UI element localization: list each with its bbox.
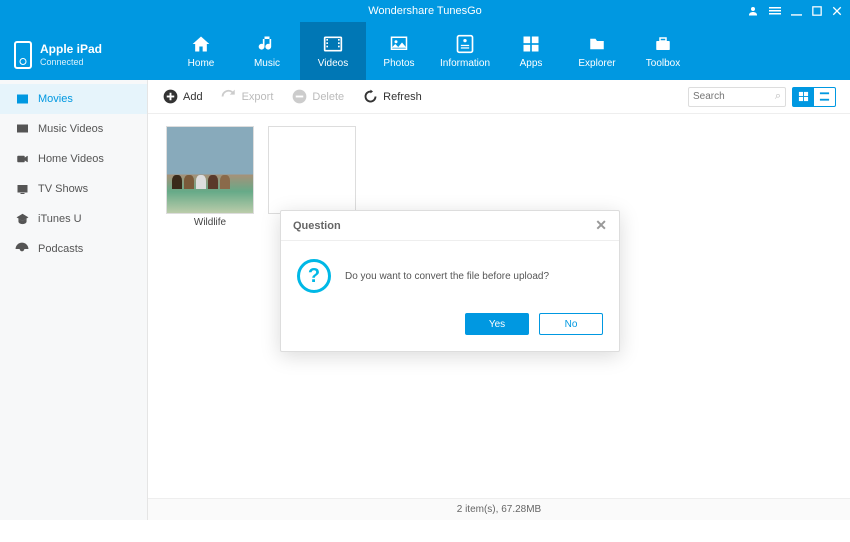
no-button[interactable]: No xyxy=(539,313,603,335)
explorer-icon xyxy=(586,34,608,54)
tv-shows-icon xyxy=(14,182,30,196)
nav-music[interactable]: Music xyxy=(234,22,300,80)
videos-icon xyxy=(322,34,344,54)
export-icon xyxy=(221,89,237,105)
add-button[interactable]: Add xyxy=(162,89,203,105)
podcasts-icon xyxy=(14,242,30,256)
video-item[interactable]: Wildlife xyxy=(166,126,254,486)
toolbox-icon xyxy=(652,34,674,54)
photos-icon xyxy=(388,34,410,54)
question-dialog: Question ✕ ? Do you want to convert the … xyxy=(280,210,620,352)
nav-home[interactable]: Home xyxy=(168,22,234,80)
app-title: Wondershare TunesGo xyxy=(368,5,482,17)
video-label: Wildlife xyxy=(166,217,254,228)
title-bar: Wondershare TunesGo xyxy=(0,0,850,22)
delete-icon xyxy=(291,89,307,105)
sidebar: Movies Music Videos Home Videos TV Shows… xyxy=(0,80,148,520)
movies-icon xyxy=(14,92,30,106)
nav-explorer[interactable]: Explorer xyxy=(564,22,630,80)
delete-button[interactable]: Delete xyxy=(291,89,344,105)
yes-button[interactable]: Yes xyxy=(465,313,529,335)
search-box[interactable]: ⌕ xyxy=(688,87,786,107)
dialog-message: Do you want to convert the file before u… xyxy=(345,271,549,282)
status-bar: 2 item(s), 67.28MB xyxy=(148,498,850,520)
plus-icon xyxy=(162,89,178,105)
search-icon: ⌕ xyxy=(775,90,781,103)
dialog-title: Question xyxy=(293,220,341,232)
minimize-button[interactable] xyxy=(791,6,802,17)
export-button[interactable]: Export xyxy=(221,89,274,105)
maximize-button[interactable] xyxy=(812,6,822,16)
device-status: Connected xyxy=(40,57,102,68)
music-icon xyxy=(256,34,278,54)
user-icon[interactable] xyxy=(747,5,759,17)
sidebar-item-tv-shows[interactable]: TV Shows xyxy=(0,174,147,204)
list-view-button[interactable] xyxy=(814,87,836,107)
sidebar-item-itunes-u[interactable]: iTunes U xyxy=(0,204,147,234)
refresh-icon xyxy=(362,89,378,105)
itunes-u-icon xyxy=(14,212,30,226)
video-thumbnail xyxy=(268,126,356,214)
nav-toolbox[interactable]: Toolbox xyxy=(630,22,696,80)
close-button[interactable] xyxy=(832,6,842,16)
device-info[interactable]: Apple iPad Connected xyxy=(0,22,148,80)
home-icon xyxy=(190,34,212,54)
status-text: 2 item(s), 67.28MB xyxy=(457,504,541,515)
nav-information[interactable]: Information xyxy=(432,22,498,80)
main-nav: Home Music Videos Photos Information App… xyxy=(168,22,696,80)
sidebar-item-podcasts[interactable]: Podcasts xyxy=(0,234,147,264)
nav-photos[interactable]: Photos xyxy=(366,22,432,80)
device-name: Apple iPad xyxy=(40,42,102,56)
refresh-button[interactable]: Refresh xyxy=(362,89,422,105)
device-icon xyxy=(14,41,32,69)
apps-icon xyxy=(520,34,542,54)
information-icon xyxy=(454,34,476,54)
header: Apple iPad Connected Home Music Videos P… xyxy=(0,22,850,80)
search-input[interactable] xyxy=(693,91,775,102)
menu-icon[interactable] xyxy=(769,5,781,17)
video-thumbnail xyxy=(166,126,254,214)
music-videos-icon xyxy=(14,122,30,136)
dialog-close-button[interactable]: ✕ xyxy=(595,217,607,234)
nav-videos[interactable]: Videos xyxy=(300,22,366,80)
sidebar-item-music-videos[interactable]: Music Videos xyxy=(0,114,147,144)
question-icon: ? xyxy=(297,259,331,293)
sidebar-item-home-videos[interactable]: Home Videos xyxy=(0,144,147,174)
home-videos-icon xyxy=(14,152,30,166)
nav-apps[interactable]: Apps xyxy=(498,22,564,80)
sidebar-item-movies[interactable]: Movies xyxy=(0,84,147,114)
grid-view-button[interactable] xyxy=(792,87,814,107)
toolbar: Add Export Delete Refresh ⌕ xyxy=(148,80,850,114)
